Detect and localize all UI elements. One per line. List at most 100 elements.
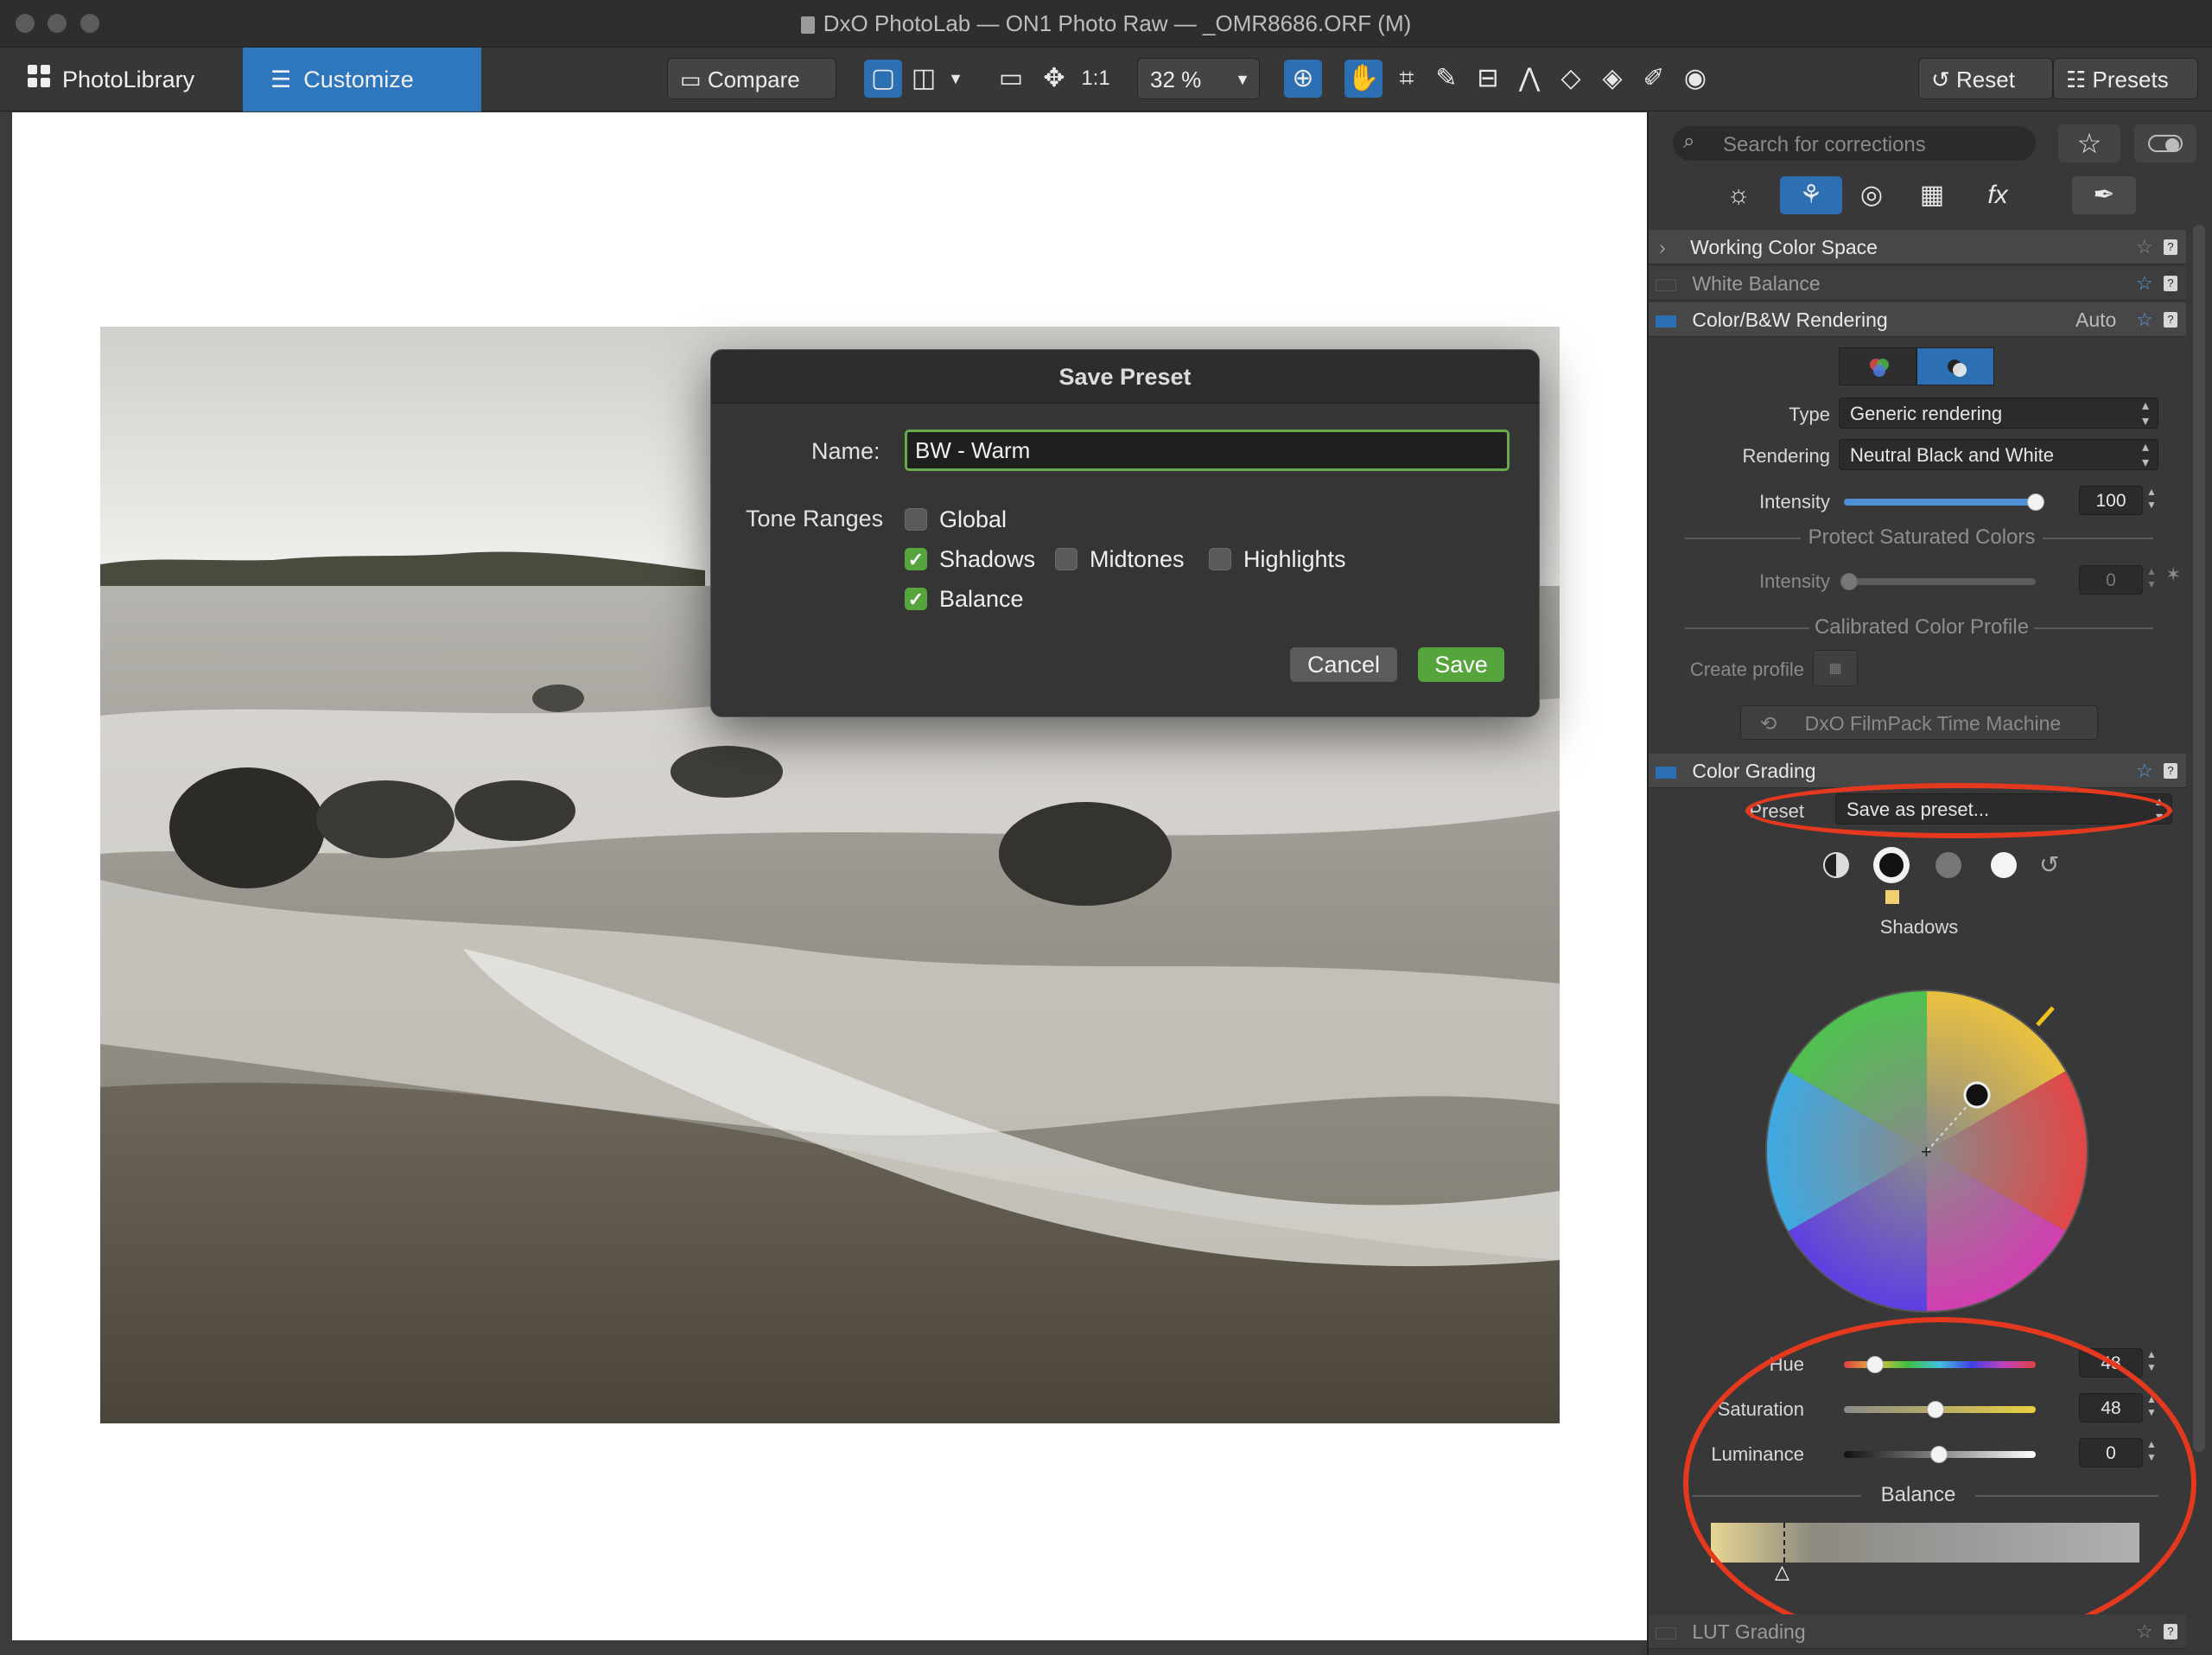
section-toggle-icon[interactable] [1656,1626,1676,1639]
hand-tool-icon[interactable]: ✋ [1344,60,1382,98]
lut-grading-title: LUT Grading [1692,1620,1806,1643]
protect-intensity-value[interactable]: 0 [2079,565,2143,595]
magic-wand-icon[interactable]: ✶ [2165,563,2181,586]
horizon-icon[interactable]: ⊟ [1469,60,1507,98]
color-mode-button[interactable] [1839,347,1916,385]
color-palette-icon[interactable]: ⚘ [1780,176,1842,214]
reset-button[interactable]: ↺ Reset [1918,58,2053,99]
midtones-range-icon[interactable] [1936,852,1961,878]
presets-button[interactable]: ☷ Presets [2053,58,2198,99]
star-icon[interactable]: ☆ [2136,230,2153,264]
protect-saturated-title: Protect Saturated Colors [1801,525,2043,550]
type-select-value: Generic rendering [1850,403,2003,424]
create-profile-icon[interactable]: ▦ [1813,650,1858,686]
bw-mode-button[interactable] [1916,347,1994,385]
color-wheel[interactable]: + [1763,987,2091,1315]
detail-palette-icon[interactable]: ◎ [1853,176,1891,214]
reset-range-icon[interactable]: ↺ [2039,850,2059,879]
help-icon[interactable]: ? [2164,312,2177,328]
compare-button[interactable]: ▭ Compare ▼ [667,58,836,132]
main-toolbar: PhotoLibrary ☰Customize ▭ Compare ▼ ▢ ◫ … [0,48,2212,132]
shadows-label: Shadows [939,546,1036,572]
save-button[interactable]: Save [1418,647,1504,682]
chevron-down-icon[interactable]: ▼ [937,60,975,98]
move-icon[interactable]: ✥ [1035,60,1073,98]
panel-scrollbar[interactable] [2193,225,2205,1452]
help-icon[interactable]: ? [2164,276,2177,291]
mask-icon[interactable]: ◈ [1593,60,1631,98]
crop-icon[interactable]: ⌗ [1388,60,1426,98]
color-wheel-graphic: + [1765,990,2088,1313]
color-bw-title: Color/B&W Rendering [1692,309,1888,331]
star-icon[interactable]: ☆ [2136,754,2153,788]
hue-stepper[interactable]: ▲ ▼ [2146,1348,2157,1374]
section-toggle-icon[interactable] [1656,278,1676,291]
balance-checkbox[interactable]: ✓ [905,588,927,610]
help-icon[interactable]: ? [2164,763,2177,779]
light-palette-icon[interactable]: ☼ [1719,176,1758,214]
local-palette-icon[interactable]: ✒ [2072,176,2136,214]
shadows-range-selected[interactable] [1873,847,1910,883]
tab-customize[interactable]: ☰ Customize [243,48,481,111]
dialog-title: Save Preset [711,350,1539,404]
rendering-select-value: Neutral Black and White [1850,444,2054,466]
star-icon[interactable]: ☆ [2136,266,2153,301]
search-placeholder: Search for corrections [1723,133,1926,156]
global-range-icon[interactable] [1823,852,1849,878]
fit-screen-icon[interactable]: ▭ [992,60,1030,98]
highlights-label: Highlights [1243,546,1346,572]
help-icon[interactable]: ? [2164,239,2177,255]
global-checkbox[interactable] [905,508,927,531]
perspective-icon[interactable]: ⋀ [1510,60,1548,98]
eyedropper-icon[interactable]: ✎ [1427,60,1465,98]
intensity-slider[interactable] [1844,499,2036,506]
compare-label: Compare [707,67,800,92]
zoom-level-value: 32 % [1150,67,1202,92]
effects-palette-icon[interactable]: fx [1979,176,2017,214]
protect-stepper[interactable]: ▲ ▼ [2146,565,2157,591]
updown-arrows-icon: ▴ ▾ [2141,440,2149,470]
type-select[interactable]: Generic rendering ▴ ▾ [1839,398,2158,429]
intensity-value[interactable]: 100 [2079,486,2143,515]
bw-circles-icon [1948,360,1967,377]
name-label: Name: [811,438,880,464]
rendering-mode: Auto [2075,309,2117,331]
section-toggle-icon[interactable] [1656,766,1676,779]
one-to-one-button[interactable]: 1:1 [1077,60,1115,98]
working-color-space-header[interactable]: › Working Color Space ☆ ? [1649,230,2186,264]
intensity-slider-handle[interactable] [2027,493,2044,511]
cancel-button[interactable]: Cancel [1290,647,1397,682]
star-icon[interactable]: ☆ [2136,1614,2153,1649]
tab-photolibrary[interactable]: PhotoLibrary [0,48,222,111]
eye-icon[interactable]: ◉ [1676,60,1714,98]
lut-grading-header[interactable]: LUT Grading ☆ ? [1649,1614,2186,1649]
zoom-level-select[interactable]: 32 % ▼ [1137,58,1260,99]
local-adjustments-icon[interactable]: ◇ [1552,60,1590,98]
zoom-in-icon[interactable]: ⊕ [1284,60,1322,98]
protect-intensity-handle[interactable] [1840,573,1858,590]
preset-name-input[interactable] [905,430,1510,471]
intensity-stepper[interactable]: ▲ ▼ [2146,486,2157,512]
shadow-color-swatch [1885,890,1899,904]
repair-icon[interactable]: ✐ [1635,60,1673,98]
help-icon[interactable]: ? [2164,1624,2177,1639]
rendering-select[interactable]: Neutral Black and White ▴ ▾ [1839,439,2158,470]
shadows-checkbox[interactable]: ✓ [905,548,927,570]
search-box[interactable]: ⌕ Search for corrections [1673,126,2036,161]
section-toggle-icon[interactable] [1656,315,1676,328]
midtones-checkbox[interactable] [1055,548,1077,570]
geometry-palette-icon[interactable]: ▦ [1913,176,1951,214]
star-icon[interactable]: ☆ [2136,302,2153,337]
filmpack-time-machine-button[interactable]: ⟲ DxO FilmPack Time Machine [1740,705,2098,740]
highlights-range-icon[interactable] [1991,852,2017,878]
updown-arrows-icon: ▴ ▾ [2141,398,2149,429]
chevron-right-icon: › [1659,236,1666,258]
protect-intensity-slider[interactable] [1844,578,2036,585]
color-bw-rendering-header[interactable]: Color/B&W Rendering Auto ☆ ? [1649,302,2186,337]
single-view-icon[interactable]: ▢ [864,60,902,98]
highlights-checkbox[interactable] [1209,548,1231,570]
svg-text:+: + [1921,1141,1932,1162]
toggle-switch[interactable] [2134,124,2196,162]
favorites-star-icon[interactable]: ☆ [2058,124,2120,162]
white-balance-header[interactable]: White Balance ☆ ? [1649,266,2186,301]
